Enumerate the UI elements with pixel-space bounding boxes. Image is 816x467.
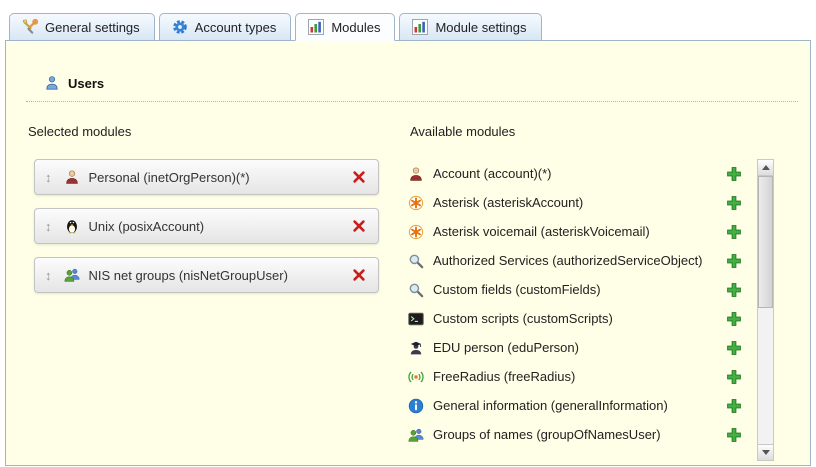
triangle-up-icon [762, 165, 770, 170]
available-modules-wrap: Available modules Account (account)(*) A… [408, 116, 747, 461]
selected-modules-column: Selected modules ↕ Personal (inetOrgPers… [26, 116, 388, 461]
available-modules-column: Available modules Account (account)(*) A… [408, 116, 774, 461]
selected-module-row[interactable]: ↕ NIS net groups (nisNetGroupUser) [34, 257, 379, 293]
add-module-button[interactable] [726, 281, 743, 298]
tab-bar: General settings Account types Modules M… [0, 0, 816, 40]
users-icon [44, 75, 60, 91]
tab-general-settings[interactable]: General settings [9, 13, 155, 41]
magnifier-icon [408, 253, 424, 269]
modules-columns: Selected modules ↕ Personal (inetOrgPers… [26, 116, 774, 461]
tab-account-types[interactable]: Account types [159, 13, 292, 41]
bar-chart-icon [412, 19, 428, 35]
person-icon [408, 166, 424, 182]
account-type-heading: Users [26, 75, 798, 102]
add-module-button[interactable] [726, 165, 743, 182]
add-module-button[interactable] [726, 368, 743, 385]
add-module-button[interactable] [726, 223, 743, 240]
available-module-row: General information (generalInformation) [408, 391, 747, 420]
available-module-row: Asterisk voicemail (asteriskVoicemail) [408, 217, 747, 246]
remove-module-button[interactable] [351, 267, 368, 284]
selected-module-row[interactable]: ↕ Personal (inetOrgPerson)(*) [34, 159, 379, 195]
available-modules-list: Account (account)(*) Asterisk (asteriskA… [408, 159, 747, 461]
available-module-row: Asterisk (asteriskAccount) [408, 188, 747, 217]
asterisk-icon [408, 195, 424, 211]
tools-icon [22, 19, 38, 35]
bar-chart-icon [308, 19, 324, 35]
drag-handle-icon[interactable]: ↕ [45, 171, 52, 184]
available-module-row: Custom scripts (customScripts) [408, 304, 747, 333]
gear-icon [172, 19, 188, 35]
available-module-row: EDU person (eduPerson) [408, 333, 747, 362]
scroll-up-button[interactable] [758, 160, 773, 176]
scroll-thumb[interactable] [758, 176, 773, 308]
add-module-button[interactable] [726, 252, 743, 269]
available-module-row: Groups of names (groupOfNamesUser) [408, 420, 747, 449]
available-module-row: Authorized Services (authorizedServiceOb… [408, 246, 747, 275]
info-icon [408, 398, 424, 414]
edu-person-icon [408, 340, 424, 356]
asterisk-icon [408, 224, 424, 240]
add-module-button[interactable] [726, 426, 743, 443]
radio-icon [408, 369, 424, 385]
available-modules-heading: Available modules [410, 124, 747, 139]
available-module-row: Custom fields (customFields) [408, 275, 747, 304]
tab-module-settings[interactable]: Module settings [399, 13, 541, 41]
terminal-icon [408, 311, 424, 327]
remove-module-button[interactable] [351, 218, 368, 235]
modules-settings-panel: Users Selected modules ↕ Personal (inetO… [5, 40, 811, 466]
drag-handle-icon[interactable]: ↕ [45, 269, 52, 282]
magnifier-icon [408, 282, 424, 298]
add-module-button[interactable] [726, 339, 743, 356]
person-icon [64, 169, 80, 185]
group-icon [64, 267, 80, 283]
add-module-button[interactable] [726, 310, 743, 327]
add-module-button[interactable] [726, 397, 743, 414]
drag-handle-icon[interactable]: ↕ [45, 220, 52, 233]
account-type-title: Users [68, 76, 104, 91]
scroll-down-button[interactable] [758, 444, 773, 460]
selected-module-row[interactable]: ↕ Unix (posixAccount) [34, 208, 379, 244]
selected-modules-list: ↕ Personal (inetOrgPerson)(*) ↕ Unix (po… [26, 159, 388, 293]
group-icon [408, 427, 424, 443]
available-module-row: FreeRadius (freeRadius) [408, 362, 747, 391]
available-module-row: Account (account)(*) [408, 159, 747, 188]
penguin-icon [64, 218, 80, 234]
add-module-button[interactable] [726, 194, 743, 211]
available-modules-scrollbar[interactable] [757, 159, 774, 461]
remove-module-button[interactable] [351, 169, 368, 186]
triangle-down-icon [762, 450, 770, 455]
tab-modules[interactable]: Modules [295, 13, 395, 41]
selected-modules-heading: Selected modules [28, 124, 388, 139]
